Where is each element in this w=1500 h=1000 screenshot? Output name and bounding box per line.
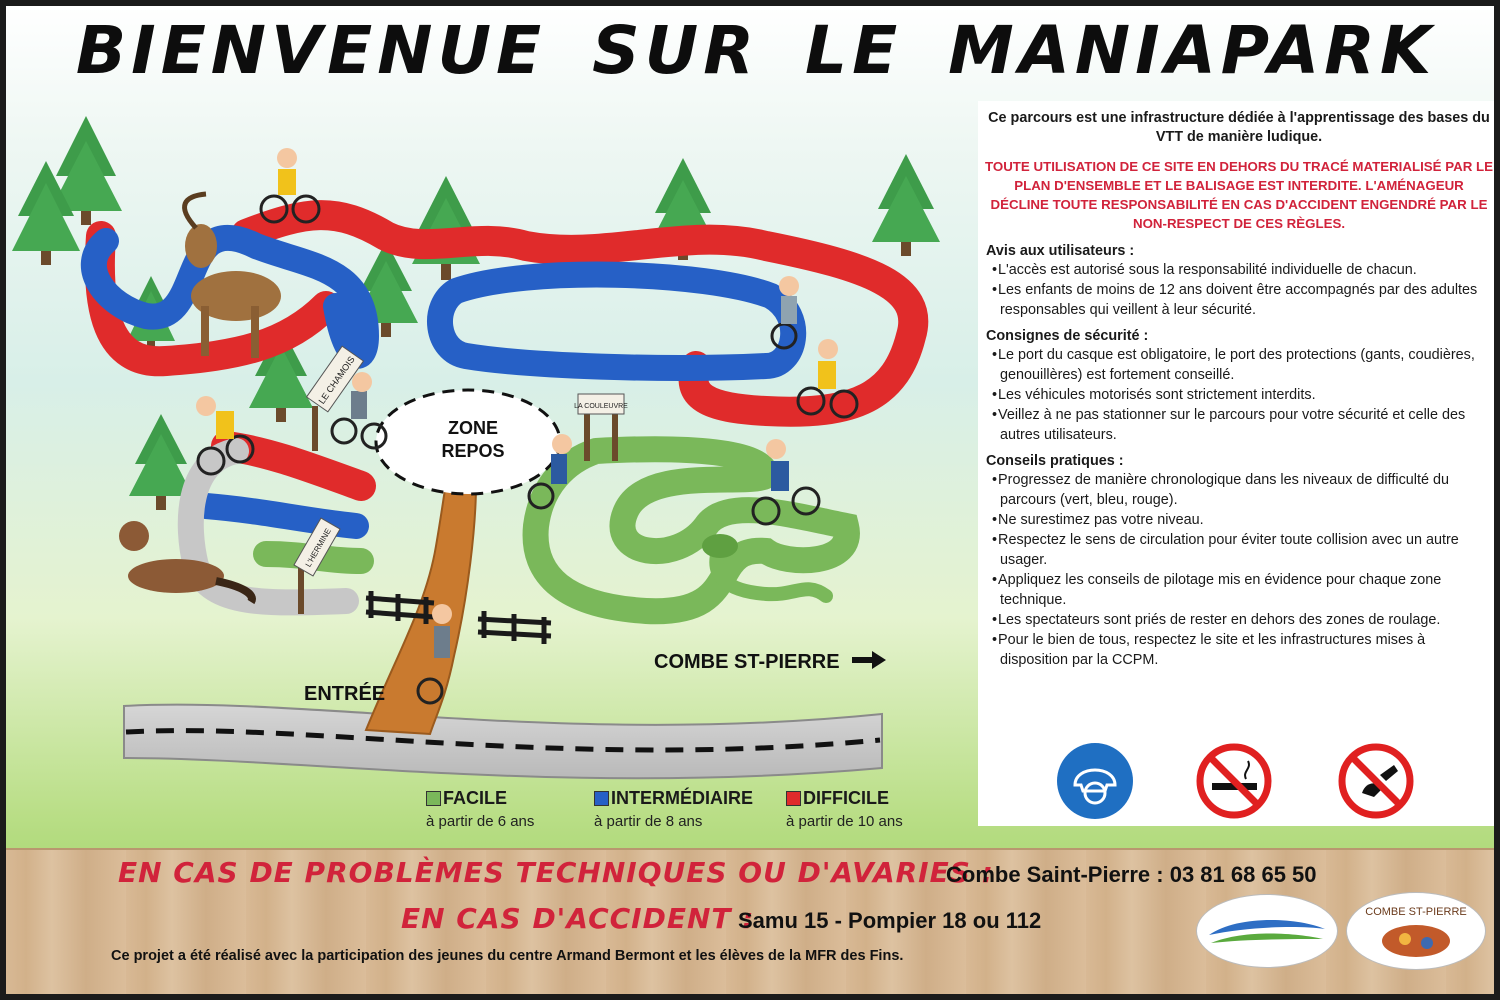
maniapark-board: BIENVENUE SUR LE MANIAPARK ZONE REPOS LE… <box>6 6 1494 994</box>
legend-age: à partir de 6 ans <box>426 813 535 830</box>
accident-label: EN CAS D'ACCIDENT : <box>401 902 755 935</box>
accident-contact: Samu 15 - Pompier 18 ou 112 <box>738 908 1042 933</box>
legend-intermediate: INTERMÉDIAIRE à partir de 8 ans <box>594 788 753 830</box>
legend-difficult: DIFFICILE à partir de 10 ans <box>786 788 903 830</box>
combe-st-pierre-logo: COMBE ST-PIERRE <box>1346 892 1486 970</box>
rule-item: L'accès est autorisé sous la responsabil… <box>990 260 1488 280</box>
logo-emblem: COMBE ST-PIERRE <box>1365 906 1467 957</box>
rule-item: Veillez à ne pas stationner sur le parco… <box>990 405 1488 445</box>
legend-swatch <box>786 791 801 806</box>
arrow-right-icon <box>852 651 886 669</box>
entrance-label: ENTRÉE <box>304 682 385 705</box>
fence <box>477 611 552 644</box>
logo-text: COMBE ST-PIERRE <box>1365 906 1466 918</box>
section-heading: Avis aux utilisateurs : <box>986 243 1135 259</box>
legend-swatch <box>426 791 441 806</box>
legend-age: à partir de 10 ans <box>786 813 903 830</box>
section-heading: Conseils pratiques : <box>986 453 1124 469</box>
legend-age: à partir de 8 ans <box>594 813 703 830</box>
rule-item: Progressez de manière chronologique dans… <box>990 470 1488 510</box>
legend-label: INTERMÉDIAIRE <box>611 788 754 808</box>
technical-label: EN CAS DE PROBLÈMES TECHNIQUES OU D'AVAR… <box>118 856 994 889</box>
section-heading: Consignes de sécurité : <box>986 328 1149 344</box>
intro-text: Ce parcours est une infrastructure dédié… <box>988 110 1490 145</box>
logo-swoosh-icon <box>1209 919 1325 943</box>
legend-easy: FACILE à partir de 6 ans <box>426 788 534 830</box>
road <box>123 703 883 780</box>
rule-item: Ne surestimez pas votre niveau. <box>990 510 1488 530</box>
helmet-mandatory-icon <box>1057 743 1133 819</box>
rules-panel: Ce parcours est une infrastructure dédié… <box>978 101 1494 826</box>
technical-contact: Combe Saint-Pierre : 03 81 68 65 50 <box>946 862 1317 887</box>
rule-item: Le port du casque est obligatoire, le po… <box>990 345 1488 385</box>
rule-item: Appliquez les conseils de pilotage mis e… <box>990 570 1488 610</box>
partner-logo <box>1196 894 1338 968</box>
rest-zone-label: ZONE <box>448 418 498 438</box>
rule-item: Les véhicules motorisés sont strictement… <box>990 385 1488 405</box>
credit-text: Ce projet a été réalisé avec la particip… <box>111 948 904 964</box>
rule-item: Les enfants de moins de 12 ans doivent ê… <box>990 280 1488 320</box>
rule-item: Les spectateurs sont priés de rester en … <box>990 610 1488 630</box>
warning-text: TOUTE UTILISATION DE CE SITE EN DEHORS D… <box>984 159 1493 231</box>
rule-item: Pour le bien de tous, respectez le site … <box>990 630 1488 670</box>
no-smoking-icon <box>1196 743 1272 819</box>
rule-item: Respectez le sens de circulation pour év… <box>990 530 1488 570</box>
legend-label: DIFFICILE <box>803 788 889 808</box>
rules-list: L'accès est autorisé sous la responsabil… <box>978 260 1494 320</box>
park-map: ZONE REPOS LE CHAMOIS LA COULEUVRE L'HER… <box>12 116 940 780</box>
sign-label: LA COULEUVRE <box>574 403 628 410</box>
legend-label: FACILE <box>443 788 508 808</box>
direction-label: COMBE ST-PIERRE <box>654 651 840 673</box>
rest-zone-label: REPOS <box>441 441 504 461</box>
no-littering-icon <box>1338 743 1414 819</box>
rules-list: Le port du casque est obligatoire, le po… <box>978 345 1494 445</box>
legend-swatch <box>594 791 609 806</box>
tree-icon <box>872 154 940 256</box>
rules-list: Progressez de manière chronologique dans… <box>978 470 1494 670</box>
